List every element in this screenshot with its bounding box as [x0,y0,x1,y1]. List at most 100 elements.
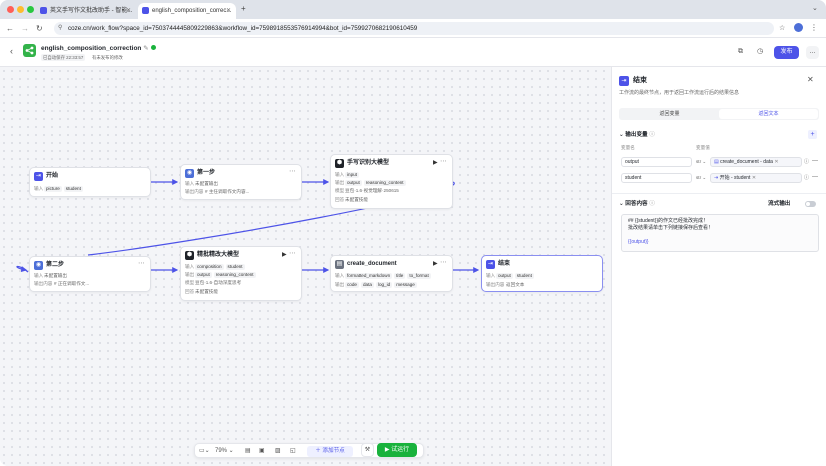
minimap-icon[interactable]: ▭⌄ [199,447,210,456]
add-variable-button[interactable]: + [808,130,817,139]
stream-output-label: 流式输出 [768,201,791,207]
col-header-value: 变量值 [696,145,710,150]
node-end[interactable]: ⇥ 结束 输入 output student 输出内容 返回文本 [481,255,603,292]
node-more-icon[interactable]: ⋯ [138,259,145,268]
debug-tool-button[interactable]: ⚒ [361,443,374,457]
node-row-input: 输入 composition student [185,264,245,270]
clear-ref-icon: ✕ [774,159,779,165]
var-type-select[interactable]: str ⌄ [696,158,706,166]
new-tab-button[interactable]: + [241,4,246,14]
tab-favicon-icon [142,7,149,14]
var-ref-select[interactable]: ⇥ 开始 - student ✕ [710,173,802,183]
tab-1[interactable]: 英文手写作文批改助手 - 智能... ✕ [36,3,136,19]
tab-1-label: 英文手写作文批改助手 - 智能... [50,8,133,14]
tab-2[interactable]: english_composition_correc... ✕ [138,3,236,19]
var-ref-select[interactable]: ▤ create_document - data ✕ [710,157,802,167]
layout-icon[interactable]: ▣ [259,447,265,456]
end-node-icon: ⇥ [619,76,629,86]
fit-view-icon[interactable]: ◱ [290,447,296,456]
workflow-header: ‹ english_composition_correction ✎ 已自动保存… [0,38,826,67]
answer-content-heading: ⌄ 回答内容 ⓘ [619,201,655,207]
forward-icon[interactable]: → [21,23,29,34]
info-icon: ⓘ [649,132,655,138]
remove-var-icon[interactable]: — [812,157,818,165]
browser-menu-icon[interactable]: ⋮ [810,22,818,33]
node-more-icon[interactable]: ⋯ [289,167,296,176]
var-name-input[interactable]: output [621,157,692,167]
minimize-window-button[interactable] [17,6,24,13]
node-title: create_document [347,261,397,267]
node-row-input: 输入 input [335,172,359,178]
remove-var-icon[interactable]: — [812,173,818,181]
stream-output-toggle[interactable] [805,201,816,207]
browser-window: 英文手写作文批改助手 - 智能... ✕ english_composition… [0,0,826,466]
answer-line: {{output}} [628,239,649,245]
back-chevron-icon[interactable]: ‹ [10,46,13,57]
var-type-select[interactable]: str ⌄ [696,174,706,182]
url-field[interactable]: ⚲ coze.cn/work_flow?space_id=75037444458… [54,22,774,35]
comment-icon[interactable]: ▤ [245,447,251,456]
reload-icon[interactable]: ↻ [36,23,43,34]
clear-ref-icon: ✕ [751,175,757,181]
panel-title: 结束 [633,77,647,84]
run-node-icon[interactable]: ▶ [433,260,438,269]
return-mode-tabs: 返回变量 返回文本 [619,108,819,120]
node-row-output: 输出 code data log_id message [335,282,417,288]
edit-name-icon[interactable]: ✎ [143,45,148,52]
copy-icon[interactable]: ⧉ [738,47,743,57]
history-icon[interactable]: ◷ [757,47,763,57]
node-step2[interactable]: ◉ 第二步 ⋯ 输入未配置输出 输出内容 # 正在调取作文... [29,256,151,292]
node-step1[interactable]: ◉ 第一步 ⋯ 输入未配置输出 输出内容 # 主任调取作文内容... [180,164,302,200]
node-refine-llm[interactable]: ⬢ 精批精改大模型 ▶ ⋯ 输入 composition student 输出 out… [180,246,302,301]
node-create-document[interactable]: ▤ create_document ▶ ⋯ 输入 formatted_markdo… [330,255,453,292]
ref-info-icon[interactable]: ⓘ [804,174,809,182]
node-title: 第一步 [197,170,216,176]
more-options-button[interactable]: ... [806,46,819,59]
ref-info-icon[interactable]: ⓘ [804,158,809,166]
test-run-button[interactable]: ▶ 试运行 [377,443,417,457]
back-icon[interactable]: ← [6,23,14,34]
node-title: 开始 [46,173,59,179]
var-name-input[interactable]: student [621,173,692,183]
site-info-icon[interactable]: ⚲ [58,22,62,35]
maximize-window-button[interactable] [27,6,34,13]
tab-search-icon[interactable]: ⌄ [812,4,818,14]
output-vars-heading: ⌄ 输出变量 ⓘ [619,132,655,138]
tab-return-variables[interactable]: 返回变量 [620,109,719,119]
workflow-logo-icon [23,44,36,57]
close-panel-icon[interactable]: ✕ [807,76,814,84]
run-node-icon[interactable]: ▶ [282,251,287,260]
node-row-input: 输入 formatted_markdown title to_format [335,273,431,279]
publish-button[interactable]: 发布 [774,46,799,59]
add-node-button[interactable]: ＋ 添加节点 [307,446,353,457]
answer-content-editor[interactable]: ## {{student}}的作文已经批改完成！ 批改结果请单击下列链接保存后查… [621,214,819,252]
run-node-icon[interactable]: ▶ [433,159,438,168]
tab-2-label: english_composition_correc... [152,8,232,14]
workflow-canvas[interactable]: ⇥ 开始 输入 picture student ◉ 第一步 ⋯ 输入未配置输出 输出… [0,67,611,466]
start-ref-icon: ⇥ [714,175,719,181]
node-row-output: 输出内容 # 正在调取作文... [34,281,90,286]
workflow-name: english_composition_correction ✎ [41,44,156,52]
node-title: 手写识别大模型 [347,160,390,166]
node-more-icon[interactable]: ⋯ [289,249,296,258]
close-tab-icon[interactable]: ✕ [126,3,131,19]
node-ocr-llm[interactable]: ⬢ 手写识别大模型 ▶ ⋯ 输入 input 输出 output reasoning_… [330,154,453,209]
node-row-output: 输出内容 # 主任调取作文内容... [185,189,250,194]
bookmark-icon[interactable]: ☆ [779,23,785,34]
node-more-icon[interactable]: ⋯ [440,157,447,166]
node-more-icon[interactable]: ⋯ [440,258,447,267]
end-icon: ⇥ [486,260,495,269]
close-window-button[interactable] [7,6,14,13]
node-title: 第二步 [46,262,65,268]
close-tab-icon[interactable]: ✕ [226,3,231,19]
node-start[interactable]: ⇥ 开始 输入 picture student [29,167,151,197]
panel-subtitle: 工作流的最终节点，用于返回工作流运行后的结果信息 [619,90,740,96]
node-title: 结束 [498,261,511,267]
zoom-select[interactable]: 79% ⌄ [215,447,234,456]
profile-avatar[interactable] [794,23,803,32]
start-icon: ⇥ [34,172,43,181]
node-title: 精批精改大模型 [197,252,240,258]
image-icon[interactable]: ▨ [275,447,281,456]
autosave-badge: 已自动保存 22:33:57 [41,54,86,61]
tab-return-text[interactable]: 返回文本 [719,109,818,119]
